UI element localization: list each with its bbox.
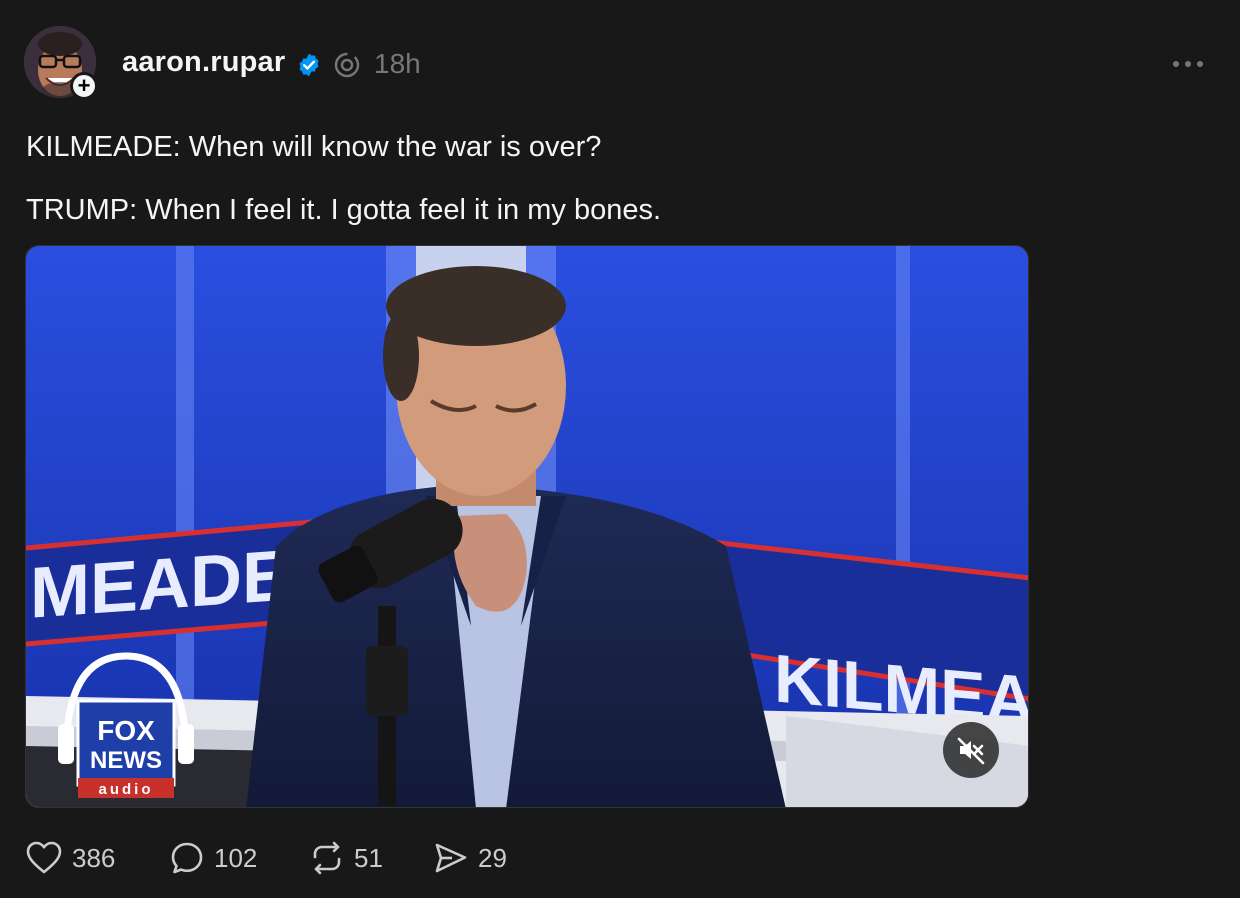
speaker-muted-icon (957, 737, 985, 765)
post-actions: 386 102 51 29 (26, 838, 626, 878)
reply-count: 102 (214, 842, 258, 873)
comment-icon (171, 842, 203, 874)
logo-text-news: NEWS (90, 747, 162, 774)
logo-text-audio: audio (99, 781, 154, 798)
video-player[interactable]: MEADE SH N KILMEADE S (25, 245, 1029, 808)
avatar-container[interactable]: + (24, 26, 98, 100)
logo-text-fox: FOX (97, 715, 155, 746)
threads-feed-icon (334, 52, 360, 78)
author-username[interactable]: aaron.rupar (122, 46, 285, 79)
like-button[interactable]: 386 (26, 838, 115, 878)
share-count: 29 (478, 842, 507, 873)
verified-badge-icon (299, 53, 319, 77)
reply-button[interactable]: 102 (170, 838, 257, 878)
post-timestamp: 18h (374, 48, 421, 79)
heart-icon (26, 841, 62, 874)
follow-plus-icon[interactable]: + (70, 72, 98, 100)
post-text-line: KILMEADE: When will know the war is over… (26, 131, 602, 163)
repost-button[interactable]: 51 (310, 838, 383, 878)
send-icon (435, 843, 467, 873)
repost-count: 51 (354, 842, 383, 873)
post-header: + aaron.rupar 18h (24, 26, 1216, 102)
thread-post: + aaron.rupar 18h KILMEADE: When will kn… (0, 0, 1240, 898)
more-options-icon[interactable] (1168, 54, 1208, 74)
post-text-line: TRUMP: When I feel it. I gotta feel it i… (26, 194, 662, 226)
share-button[interactable]: 29 (434, 838, 507, 878)
repost-icon (313, 841, 341, 875)
like-count: 386 (72, 842, 116, 873)
mute-toggle-button[interactable] (943, 722, 999, 778)
video-frame: MEADE SH N KILMEADE S (26, 246, 1028, 807)
